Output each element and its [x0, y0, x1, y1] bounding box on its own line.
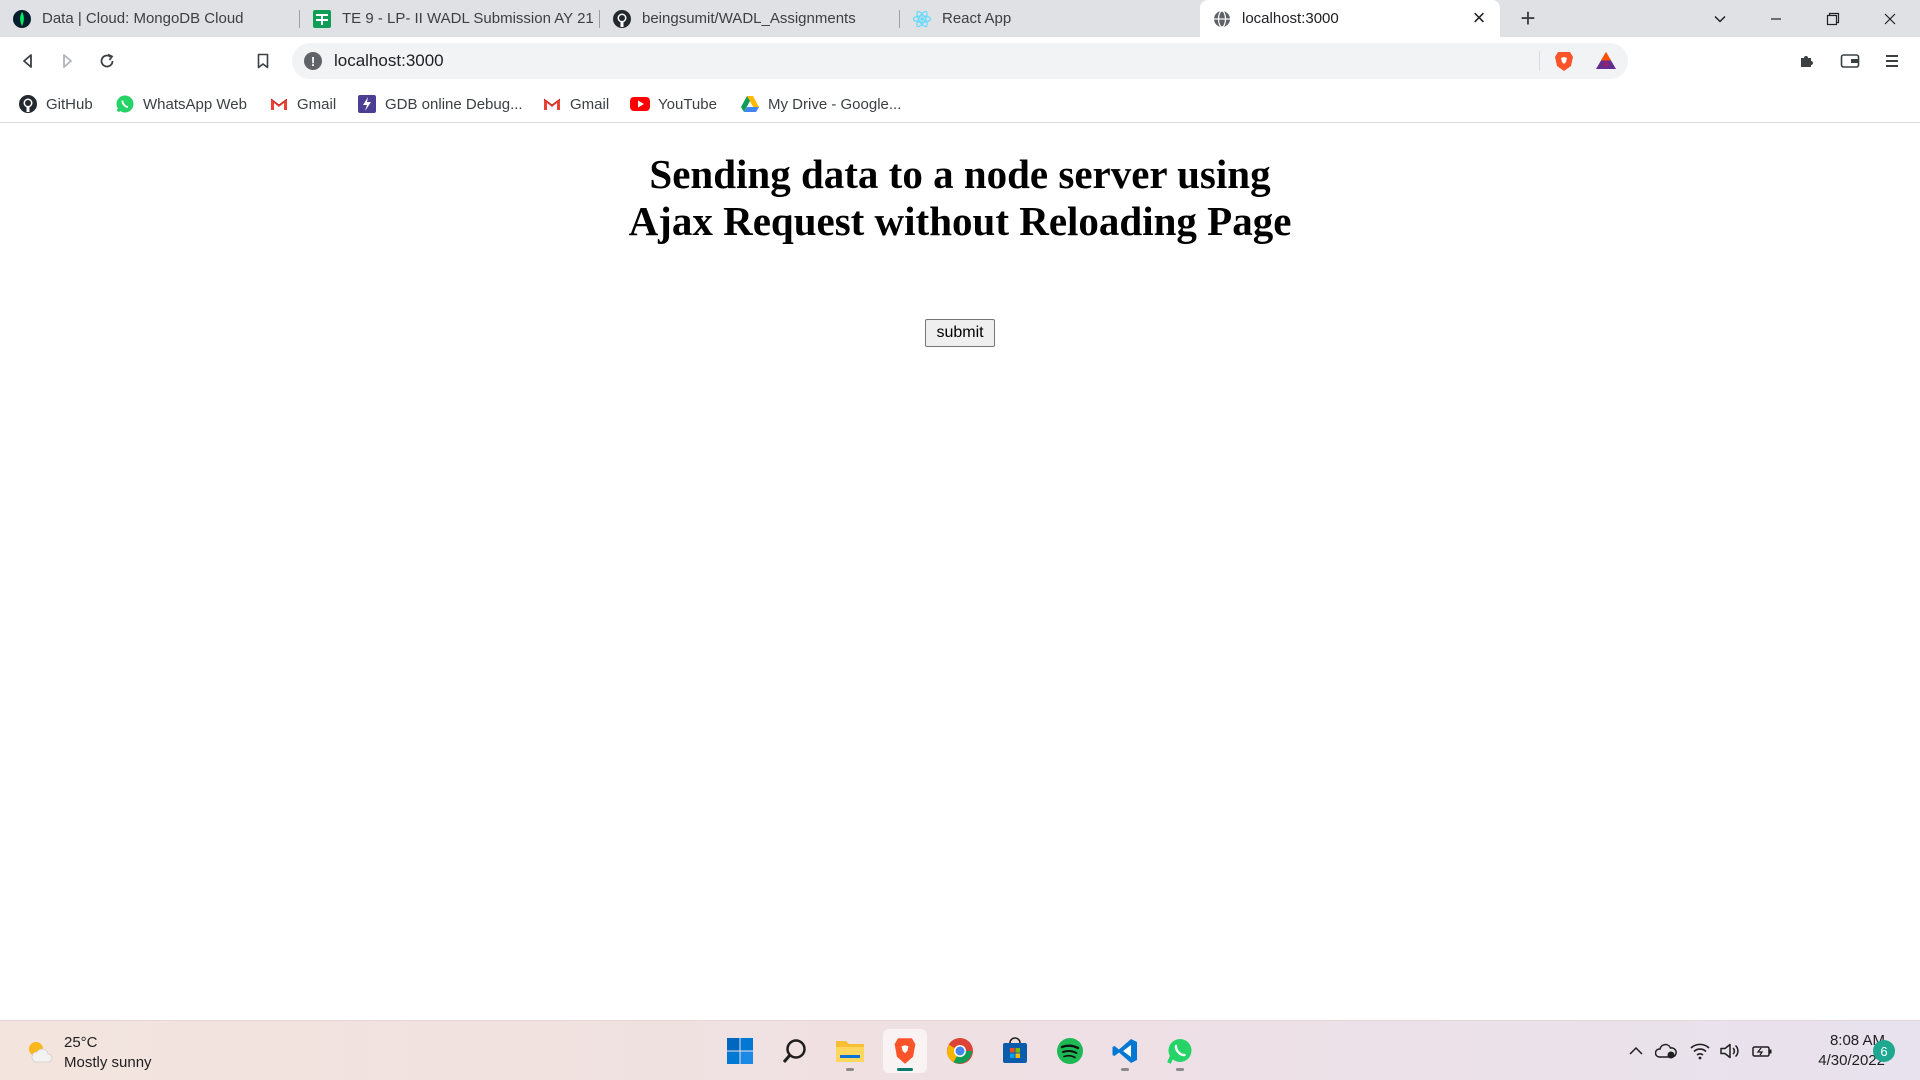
partly-sunny-icon	[24, 1036, 54, 1071]
clock[interactable]: 8:08 AM 4/30/2022	[1785, 1031, 1885, 1071]
back-icon[interactable]	[12, 45, 44, 77]
restore-icon[interactable]	[1805, 0, 1861, 37]
extensions-icon[interactable]	[1791, 45, 1823, 77]
wifi-icon[interactable]	[1688, 1039, 1712, 1063]
chevron-up-icon[interactable]	[1624, 1039, 1648, 1063]
tab-title: Data | Cloud: MongoDB Cloud	[42, 10, 244, 27]
bookmark-label: WhatsApp Web	[143, 95, 247, 113]
bookmark-youtube[interactable]: YouTube	[630, 92, 717, 116]
tab-localhost[interactable]: localhost:3000 ×	[1200, 0, 1500, 37]
screen: Data | Cloud: MongoDB Cloud TE 9 - LP- I…	[0, 0, 1920, 1080]
weather-temperature: 25°C	[64, 1034, 98, 1051]
forward-icon[interactable]	[51, 45, 83, 77]
running-indicator	[846, 1068, 854, 1071]
bookmark-label: My Drive - Google...	[768, 95, 902, 113]
volume-icon[interactable]	[1718, 1039, 1742, 1063]
tab-title: beingsumit/WADL_Assignments	[642, 10, 856, 27]
site-info-icon[interactable]: !	[304, 52, 322, 70]
page-viewport: Sending data to a node server using Ajax…	[0, 123, 1920, 1020]
bookmark-icon[interactable]	[247, 45, 279, 77]
bookmark-gdb[interactable]: GDB online Debug...	[357, 92, 523, 116]
clock-time: 8:08 AM	[1829, 1032, 1885, 1049]
bookmark-github[interactable]: GitHub	[18, 92, 93, 116]
bookmarks-bar: GitHub WhatsApp Web Gmail GDB online Deb…	[0, 84, 1920, 123]
tab-title: React App	[942, 10, 1012, 27]
bookmark-label: Gmail	[570, 95, 610, 113]
running-indicator	[1121, 1068, 1129, 1071]
github-icon	[18, 94, 38, 114]
gdb-icon	[357, 94, 377, 114]
github-icon	[612, 9, 632, 29]
google-drive-icon	[740, 94, 760, 114]
bookmark-gmail-2[interactable]: Gmail	[542, 92, 609, 116]
clock-date: 4/30/2022	[1818, 1052, 1885, 1069]
brave-rewards-icon[interactable]	[1594, 49, 1618, 73]
globe-icon	[1212, 9, 1232, 29]
close-window-icon[interactable]	[1862, 0, 1918, 37]
running-indicator	[1176, 1068, 1184, 1071]
react-icon	[912, 9, 932, 29]
youtube-icon	[630, 94, 650, 114]
close-tab-icon[interactable]: ×	[1470, 7, 1488, 29]
tab-react-app[interactable]: React App	[900, 0, 1200, 37]
tab-mongodb[interactable]: Data | Cloud: MongoDB Cloud	[0, 0, 300, 37]
bookmark-gmail[interactable]: Gmail	[269, 92, 336, 116]
gmail-icon	[542, 94, 562, 114]
taskbar: 25°C Mostly sunny 8:08 AM 4/30/2022 6	[0, 1020, 1920, 1080]
bookmark-label: YouTube	[658, 95, 717, 113]
whatsapp-icon[interactable]	[1158, 1029, 1202, 1073]
whatsapp-icon	[115, 94, 135, 114]
weather-widget[interactable]: 25°C Mostly sunny	[24, 1033, 152, 1073]
bookmark-google-drive[interactable]: My Drive - Google...	[740, 92, 901, 116]
gmail-icon	[269, 94, 289, 114]
running-indicator	[897, 1068, 913, 1071]
mongodb-icon	[12, 9, 32, 29]
brave-shields-icon[interactable]	[1552, 49, 1576, 73]
tab-github[interactable]: beingsumit/WADL_Assignments	[600, 0, 900, 37]
tab-title: TE 9 - LP- II WADL Submission AY 21-22	[342, 10, 594, 27]
battery-icon[interactable]	[1750, 1039, 1774, 1063]
new-tab-button[interactable]: +	[1514, 4, 1542, 32]
search-icon[interactable]	[773, 1029, 817, 1073]
bookmark-label: Gmail	[297, 95, 337, 113]
submit-button[interactable]: submit	[925, 319, 995, 347]
weather-condition: Mostly sunny	[64, 1054, 152, 1071]
spotify-icon[interactable]	[1048, 1029, 1092, 1073]
bookmark-whatsapp-web[interactable]: WhatsApp Web	[115, 92, 247, 116]
reload-icon[interactable]	[91, 45, 123, 77]
tab-search-icon[interactable]	[1692, 0, 1748, 37]
notification-badge[interactable]: 6	[1873, 1040, 1895, 1062]
windows-start-icon[interactable]	[718, 1029, 762, 1073]
onedrive-icon[interactable]	[1654, 1039, 1678, 1063]
brave-icon[interactable]	[883, 1029, 927, 1073]
tab-strip: Data | Cloud: MongoDB Cloud TE 9 - LP- I…	[0, 0, 1920, 37]
bookmark-label: GDB online Debug...	[385, 95, 523, 113]
tab-title: localhost:3000	[1242, 10, 1339, 27]
bookmark-label: GitHub	[46, 95, 93, 113]
browser-toolbar: ! localhost:3000	[0, 37, 1920, 84]
page-title: Sending data to a node server using Ajax…	[628, 151, 1292, 244]
address-bar[interactable]: ! localhost:3000	[292, 43, 1628, 79]
menu-icon[interactable]	[1876, 45, 1908, 77]
microsoft-store-icon[interactable]	[993, 1029, 1037, 1073]
tab-sheets[interactable]: TE 9 - LP- II WADL Submission AY 21-22	[300, 0, 600, 37]
url-text[interactable]: localhost:3000	[334, 51, 444, 71]
chrome-icon[interactable]	[938, 1029, 982, 1073]
wallet-icon[interactable]	[1834, 45, 1866, 77]
vscode-icon[interactable]	[1103, 1029, 1147, 1073]
address-bar-divider	[1539, 51, 1540, 71]
file-explorer-icon[interactable]	[828, 1029, 872, 1073]
google-sheets-icon	[312, 9, 332, 29]
minimize-icon[interactable]	[1748, 0, 1804, 37]
